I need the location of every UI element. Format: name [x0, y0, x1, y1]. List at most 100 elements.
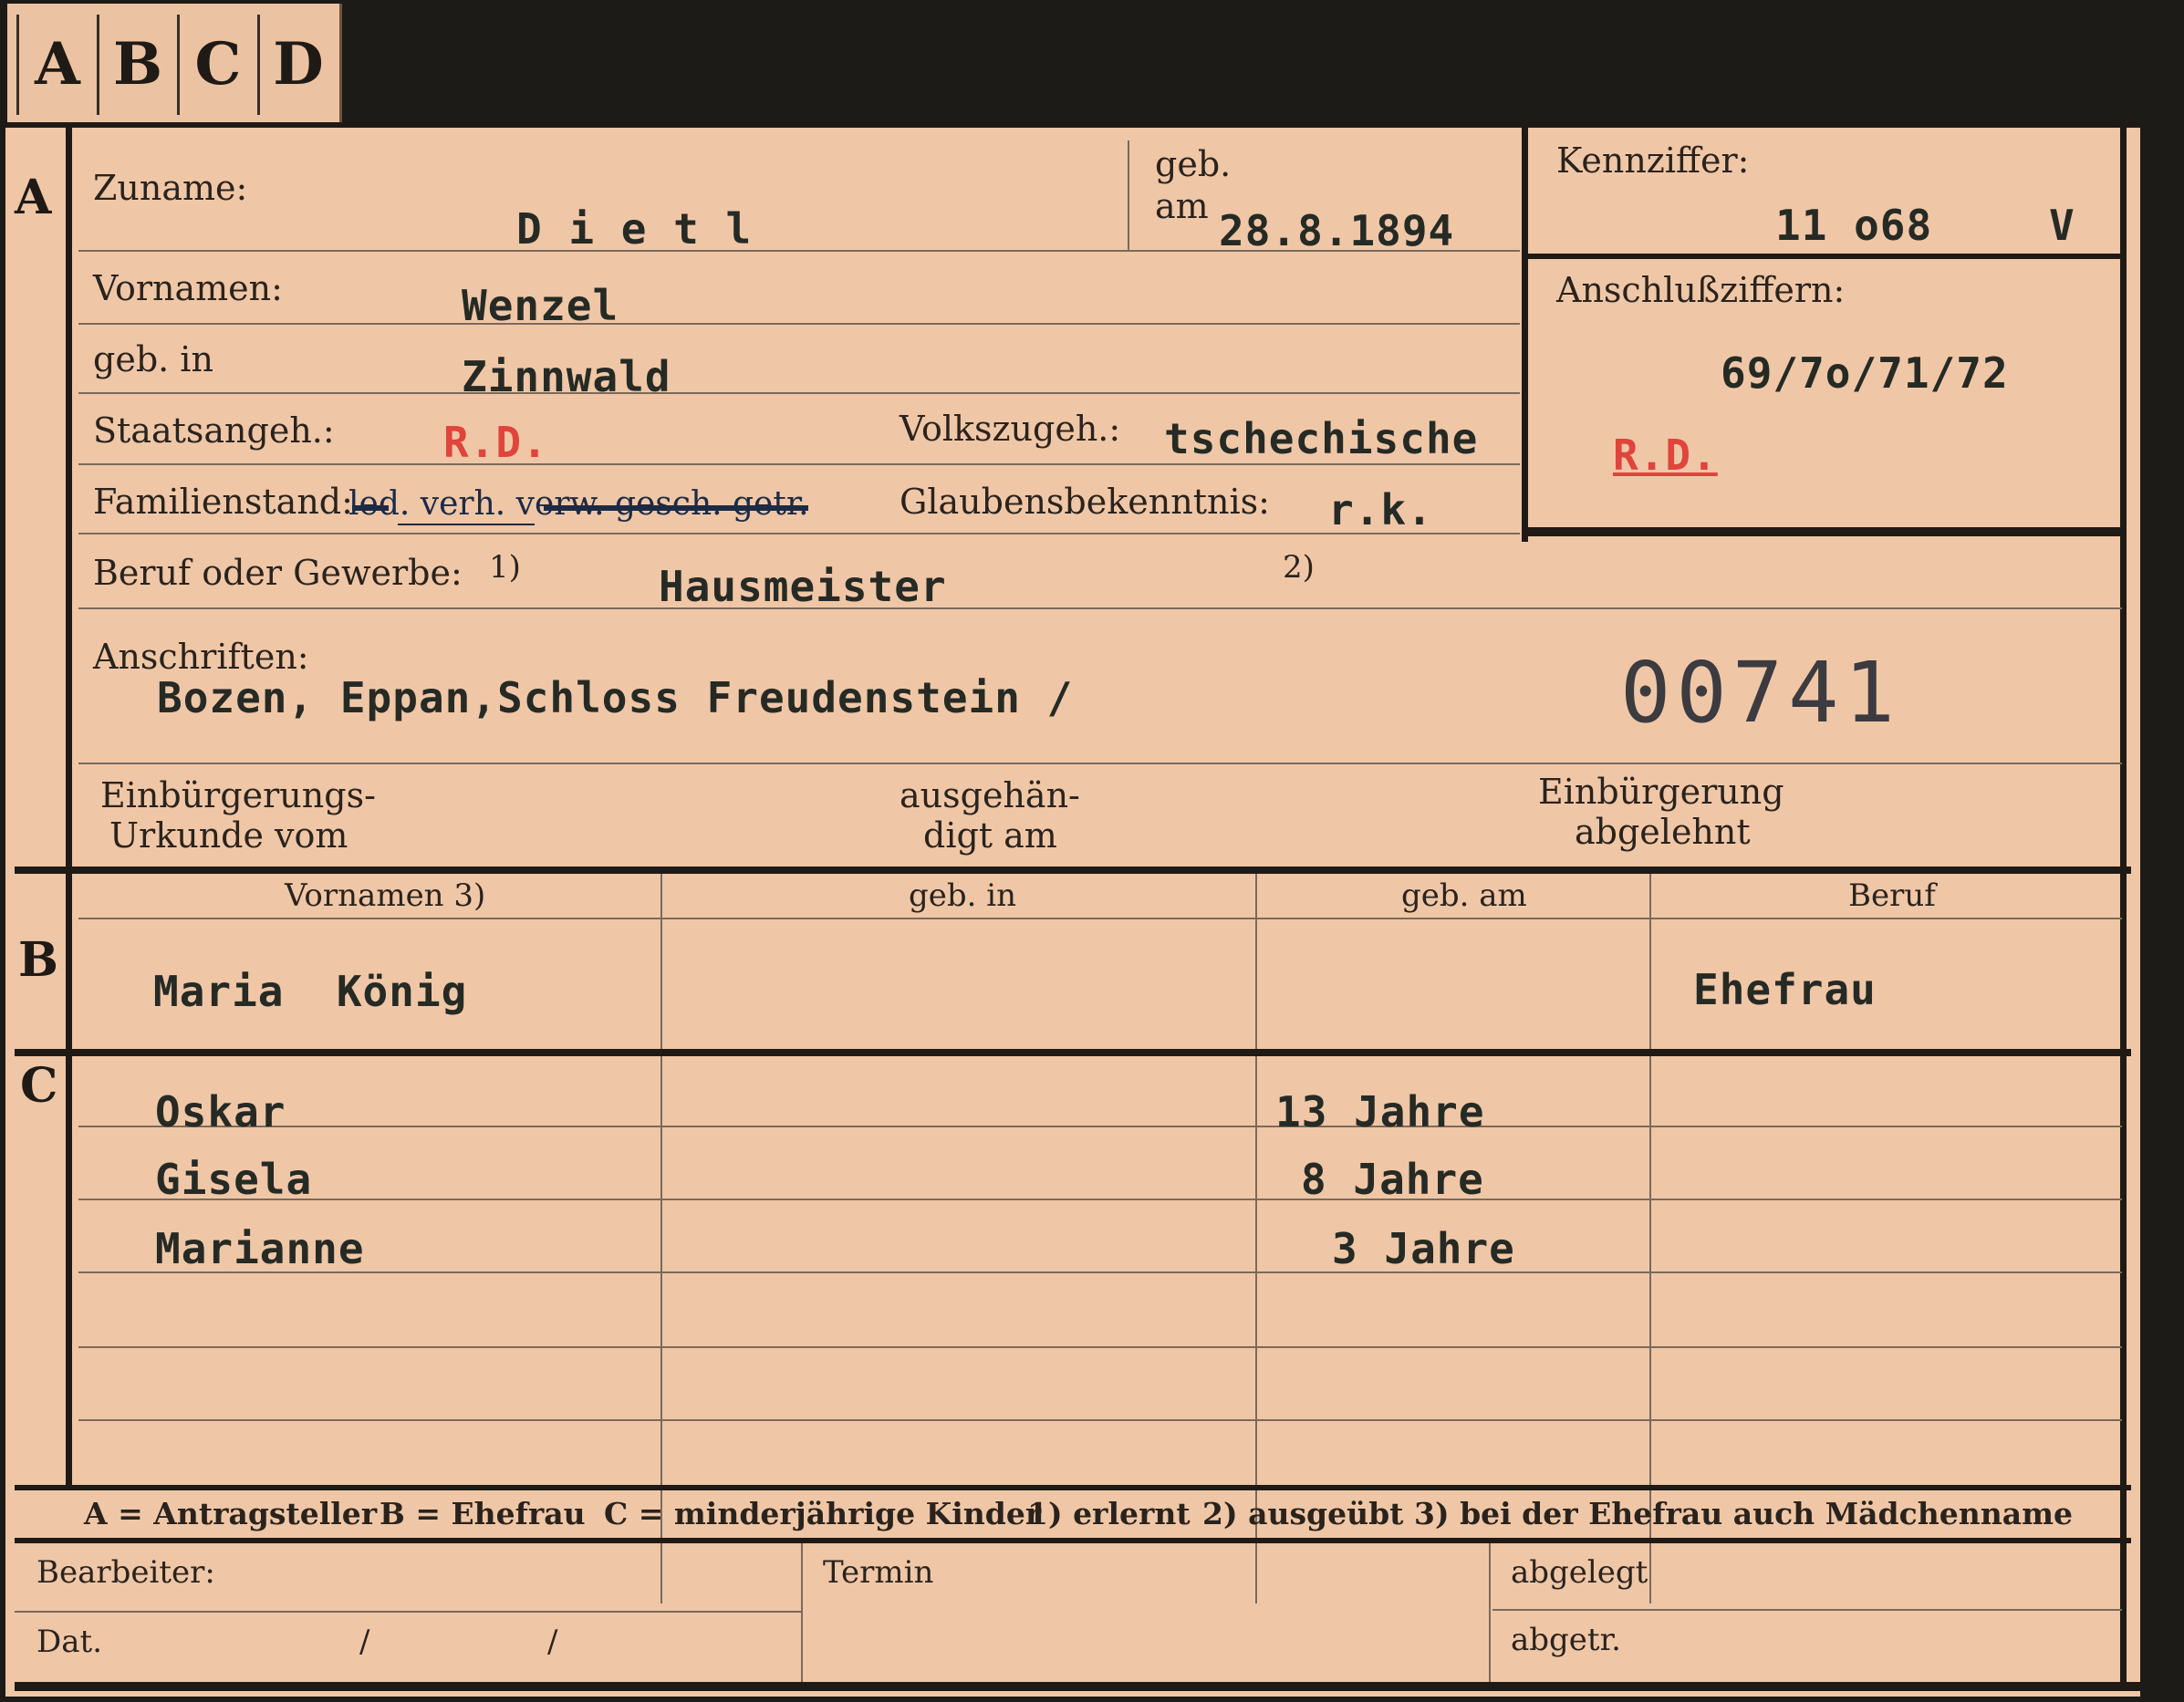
dat-slash-2: /: [547, 1624, 558, 1660]
glauben-label: Glaubensbekenntnis:: [900, 482, 1270, 522]
rule-geb-in: [78, 392, 1520, 394]
abgetr-label: abgetr.: [1511, 1622, 1621, 1658]
rule-c-2: [78, 1199, 2122, 1200]
tab-c[interactable]: C: [177, 15, 256, 115]
bearbeiter-label: Bearbeiter:: [36, 1554, 215, 1591]
legend-n1: 1) erlernt: [1027, 1496, 1191, 1531]
ausgehaendigt-label-2: digt am: [923, 815, 1057, 856]
anschluss-value: 69/7o/71/72: [1721, 348, 2009, 398]
child-3-name: Marianne: [155, 1224, 365, 1273]
beruf-label: Beruf oder Gewerbe:: [93, 553, 463, 593]
child-2-age: 8 Jahre: [1301, 1155, 1484, 1204]
beruf-note-2: 2): [1283, 549, 1315, 586]
card-top-border: [5, 122, 2140, 128]
b-beruf-value: Ehefrau: [1693, 965, 1877, 1014]
volkszugeh-label: Volkszugeh.:: [900, 409, 1121, 449]
b-header-beruf: Beruf: [1848, 877, 1936, 914]
einb-urkunde-label-1: Einbürgerungs-: [100, 775, 376, 815]
rule-anschriften: [78, 763, 2122, 764]
footer-rule-right: [1492, 1609, 2122, 1611]
kennziffer-box-bottom: [1522, 527, 2126, 536]
vornamen-value: Wenzel: [462, 281, 619, 330]
section-c-top: [15, 1049, 2131, 1056]
tab-d[interactable]: D: [257, 15, 337, 115]
rule-beruf: [78, 607, 2122, 609]
anschriften-label: Anschriften:: [93, 637, 309, 677]
anschriften-value: Bozen, Eppan,Schloss Freudenstein /: [157, 673, 1074, 722]
footer-divider-1: [801, 1543, 803, 1689]
rule-vornamen: [78, 323, 1520, 325]
stamp-number: 00741: [1620, 644, 1900, 742]
b-header-geb-am: geb. am: [1401, 877, 1527, 914]
kennziffer-divider: [1522, 254, 2126, 259]
footer-rule-left: [15, 1611, 801, 1613]
card-bottom-border: [15, 1682, 2140, 1691]
zuname-label: Zuname:: [93, 168, 248, 208]
legend-b: B = Ehefrau: [380, 1496, 586, 1531]
abgelegt-label: abgelegt: [1511, 1554, 1648, 1591]
rule-c-5: [78, 1419, 2122, 1421]
rule-staat: [78, 463, 1520, 465]
legend-c: C = minderjährige Kinder: [604, 1496, 1042, 1531]
glauben-value: r.k.: [1328, 485, 1433, 534]
beruf-value: Hausmeister: [659, 562, 947, 611]
einb-abgelehnt-label-2: abgelehnt: [1575, 812, 1751, 852]
registration-card: A Kennziffer: 11 o68 V Anschlußziffern: …: [5, 122, 2140, 1697]
b-header-vornamen: Vornamen 3): [285, 877, 486, 914]
child-3-age: 3 Jahre: [1332, 1224, 1515, 1273]
anschluss-label: Anschlußziffern:: [1556, 270, 1846, 310]
tab-b[interactable]: B: [97, 15, 176, 115]
tab-a[interactable]: A: [16, 15, 96, 115]
b-header-geb-in: geb. in: [909, 877, 1017, 914]
child-2-name: Gisela: [155, 1155, 313, 1204]
child-1-age: 13 Jahre: [1275, 1087, 1485, 1136]
beruf-note-1: 1): [489, 549, 521, 586]
geb-in-label: geb. in: [93, 339, 213, 379]
rule-b-header: [78, 918, 2122, 919]
card-right-border: [2120, 122, 2127, 1691]
section-marker-divider: [66, 122, 72, 1486]
section-c-marker: C: [20, 1058, 58, 1114]
footer-divider-2: [1489, 1543, 1491, 1689]
rule-c-3: [78, 1271, 2122, 1273]
strike-led: [352, 505, 389, 511]
rule-geb-divider: [1128, 140, 1129, 250]
b-vornamen-value: Maria König: [153, 967, 468, 1016]
index-tab-strip: A B C D: [7, 4, 342, 122]
ausgehaendigt-label-1: ausgehän-: [900, 775, 1080, 815]
familienstand-options: led. verh. verw. gesch. getr.: [348, 485, 809, 523]
legend-a: A = Antragsteller: [84, 1496, 378, 1531]
kennziffer-value: 11 o68: [1775, 201, 1933, 250]
geb-in-value: Zinnwald: [462, 352, 671, 401]
einb-urkunde-label-2: Urkunde vom: [109, 815, 348, 856]
anschluss-mark: R.D.: [1613, 431, 1718, 480]
underline-verh: [398, 524, 535, 525]
vornamen-label: Vornamen:: [93, 268, 283, 308]
dat-slash-1: /: [359, 1624, 370, 1660]
legend-top: [15, 1485, 2131, 1490]
legend-n2: 2) ausgeübt: [1202, 1496, 1404, 1531]
familienstand-label: Familienstand:: [93, 482, 353, 522]
legend-bottom: [15, 1538, 2131, 1543]
section-b-top: [15, 867, 2131, 874]
legend-n3: 3) bei der Ehefrau auch Mädchenname: [1414, 1496, 2073, 1531]
section-b-marker: B: [18, 932, 58, 988]
rule-c-4: [78, 1346, 2122, 1348]
rule-c-1: [78, 1126, 2122, 1127]
geb-am-value: 28.8.1894: [1219, 206, 1455, 255]
geb-label: geb.: [1155, 144, 1232, 184]
strike-rest: [544, 505, 808, 511]
zuname-value: D i e t l: [516, 204, 753, 254]
einb-abgelehnt-label-1: Einbürgerung: [1538, 772, 1784, 812]
child-1-name: Oskar: [155, 1087, 286, 1136]
staatsangeh-label: Staatsangeh.:: [93, 410, 335, 451]
kennziffer-box-left: [1522, 122, 1528, 542]
kennziffer-label: Kennziffer:: [1556, 140, 1750, 181]
termin-label: Termin: [823, 1554, 934, 1591]
dat-label: Dat.: [36, 1624, 103, 1660]
staatsangeh-value: R.D.: [443, 418, 548, 467]
volkszugeh-value: tschechische: [1164, 414, 1479, 463]
rule-familie: [78, 533, 1520, 534]
section-a-marker: A: [15, 170, 52, 225]
kennziffer-suffix: V: [2049, 201, 2075, 250]
